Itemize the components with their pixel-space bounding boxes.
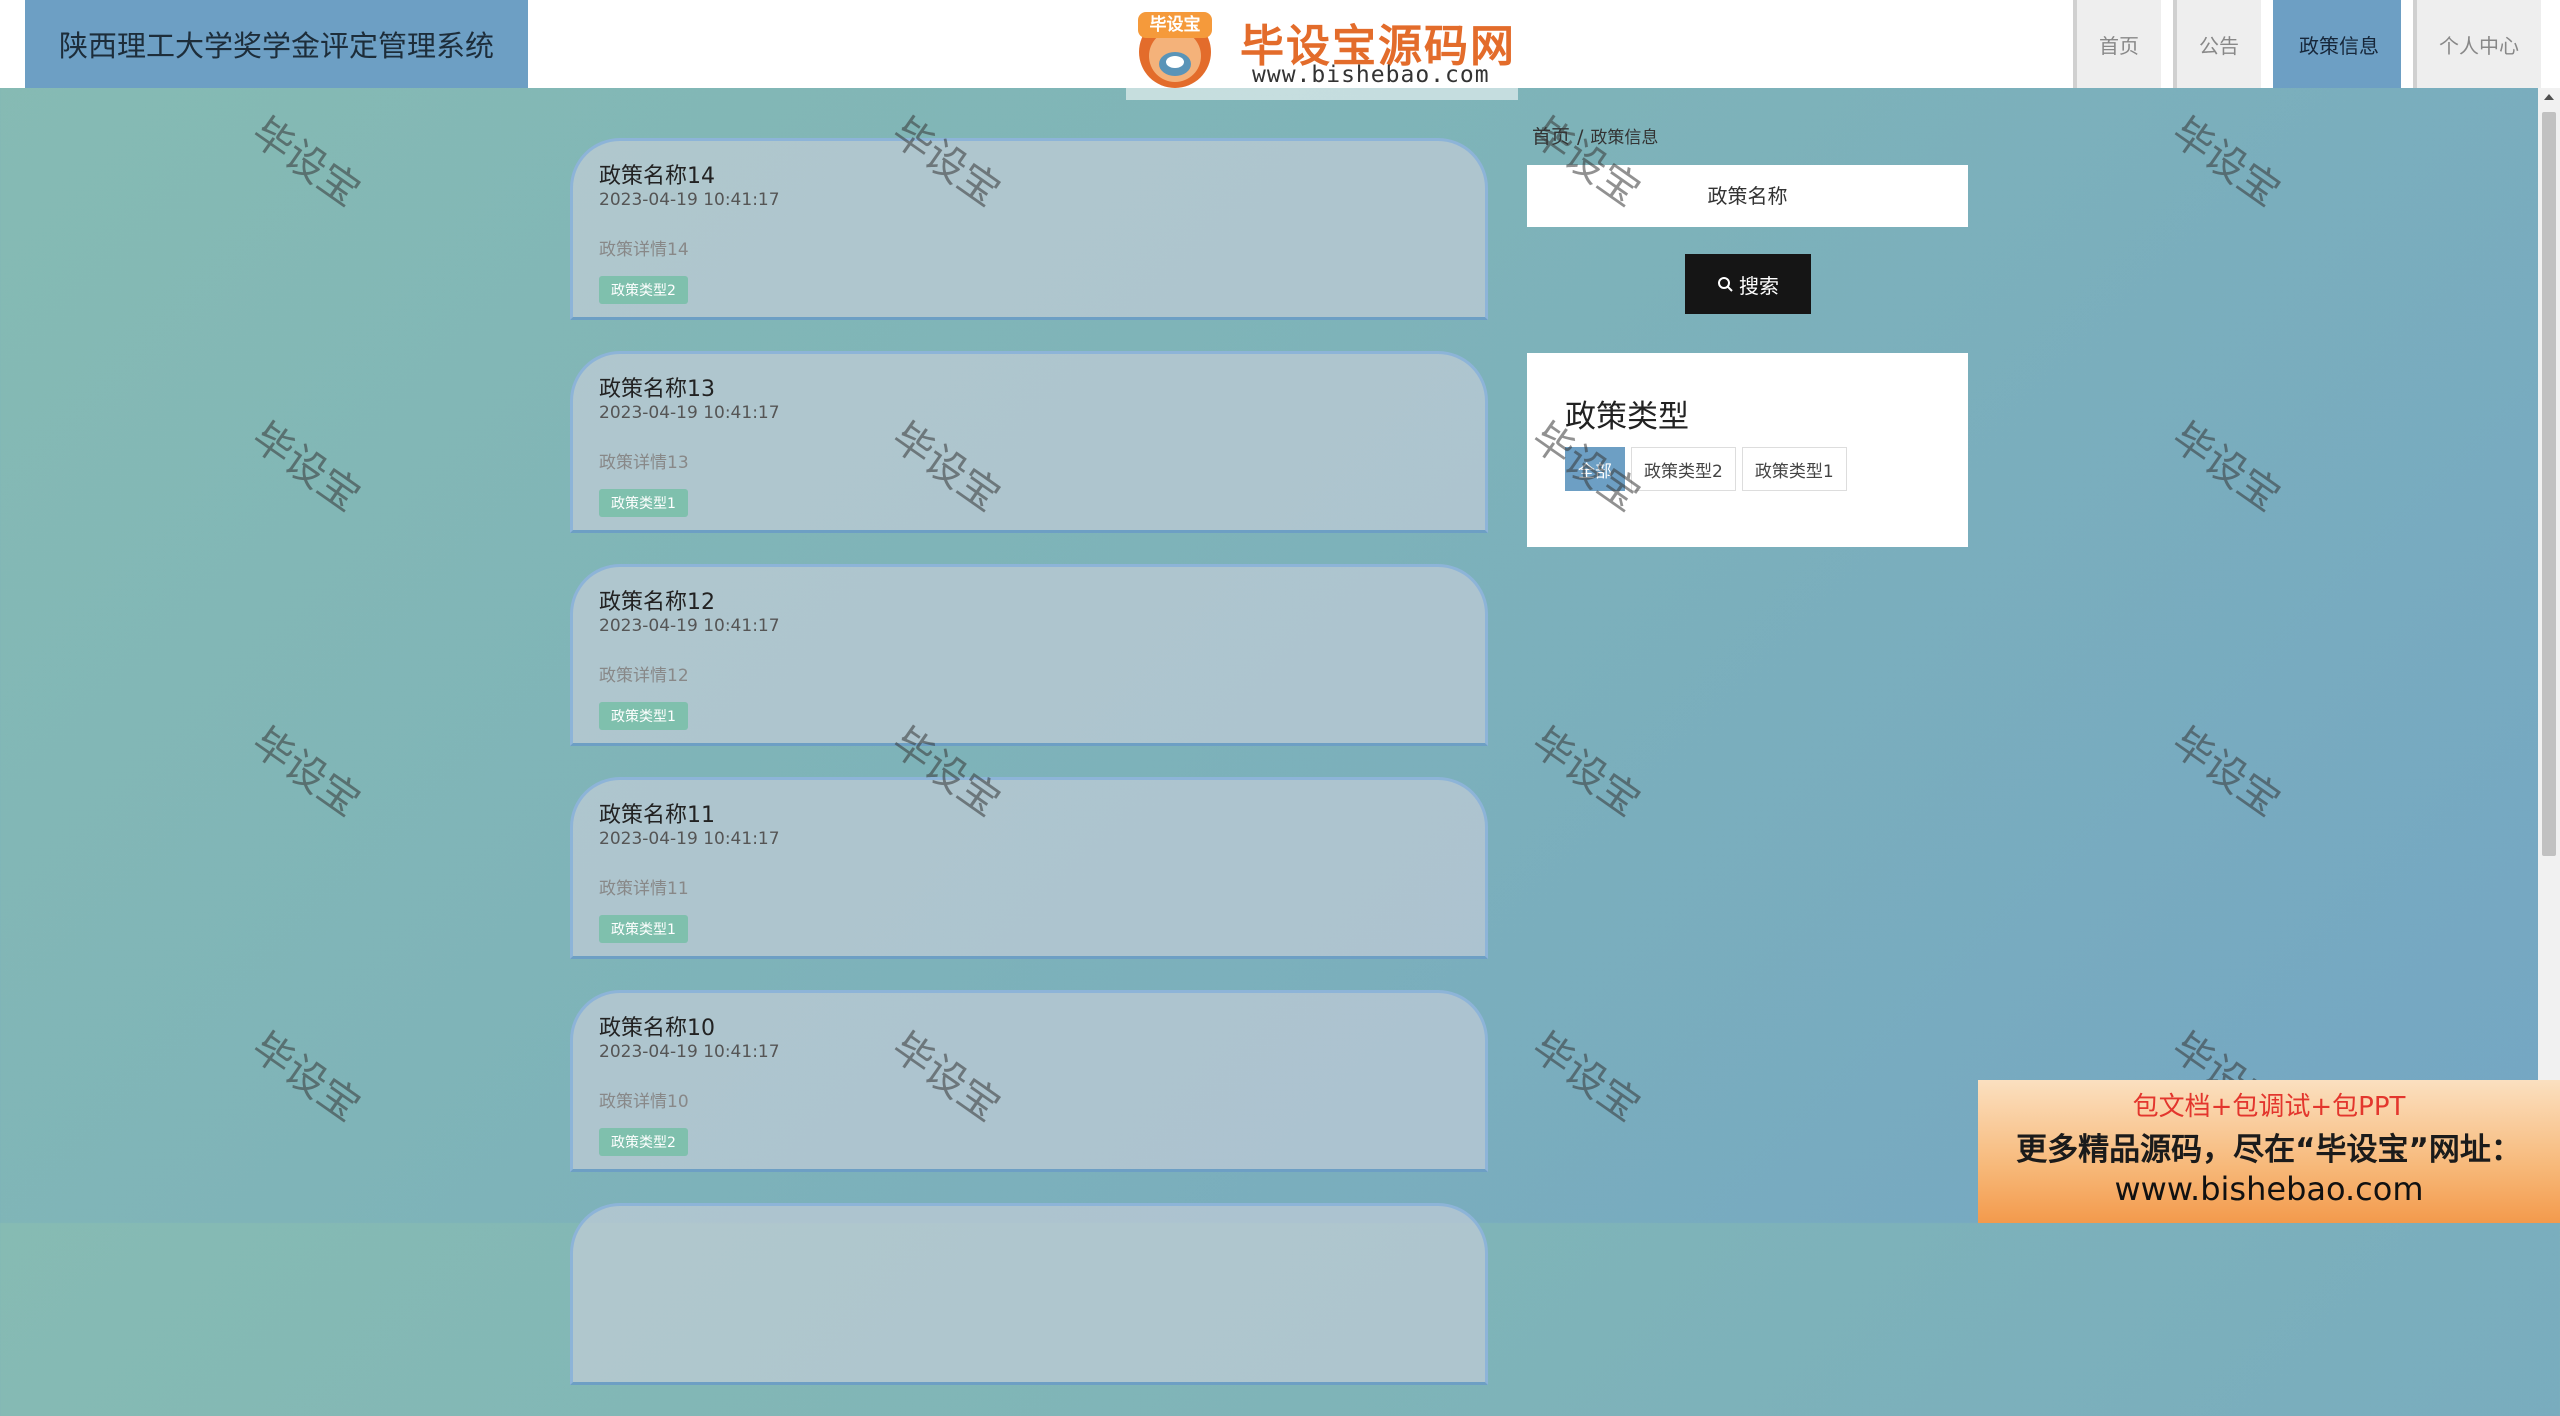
policy-date: 2023-04-19 10:41:17 <box>599 190 780 210</box>
ad-line-2: 更多精品源码，尽在“毕设宝”网址： <box>2016 1132 2522 1168</box>
watermark: 毕设宝 <box>1523 719 1649 826</box>
ad-url[interactable]: www.bishebao.com <box>1978 1170 2560 1208</box>
policy-date: 2023-04-19 10:41:17 <box>599 616 780 636</box>
policy-detail: 政策详情13 <box>599 453 689 473</box>
ad-banner[interactable]: 包文档+包调试+包PPT 更多精品源码，尽在“毕设宝”网址： www.bishe… <box>1978 1080 2560 1223</box>
site-title[interactable]: 陕西理工大学奖学金评定管理系统 <box>25 0 528 88</box>
policy-card[interactable]: 政策名称10 2023-04-19 10:41:17 政策详情10 政策类型2 <box>570 990 1488 1172</box>
policy-type-tag: 政策类型1 <box>599 489 688 517</box>
policy-type-tag: 政策类型1 <box>599 915 688 943</box>
scrollbar-thumb[interactable] <box>2542 112 2556 856</box>
ad-line-1: 包文档+包调试+包PPT <box>2132 1092 2406 1122</box>
watermark: 毕设宝 <box>2163 414 2289 521</box>
policy-type-filter: 全部 政策类型2 政策类型1 <box>1565 447 1847 491</box>
nav-personal-center[interactable]: 个人中心 <box>2413 0 2541 88</box>
policy-date: 2023-04-19 10:41:17 <box>599 829 780 849</box>
search-button-label: 搜索 <box>1739 273 1779 298</box>
policy-title[interactable]: 政策名称10 <box>599 1010 715 1042</box>
breadcrumb-home[interactable]: 首页 <box>1532 126 1570 148</box>
type-filter-type2[interactable]: 政策类型2 <box>1631 447 1736 491</box>
watermark: 毕设宝 <box>243 719 369 826</box>
watermark: 毕设宝 <box>1523 1024 1649 1131</box>
watermark: 毕设宝 <box>243 109 369 216</box>
policy-name-search-input[interactable] <box>1527 165 1968 227</box>
search-icon <box>1718 276 1733 292</box>
breadcrumb-current: 政策信息 <box>1590 128 1659 148</box>
page-scrollbar[interactable] <box>2538 88 2560 1223</box>
header: 陕西理工大学奖学金评定管理系统 毕设宝 毕设宝源码网 www.bishebao.… <box>0 0 2560 100</box>
search-button[interactable]: 搜索 <box>1685 254 1811 314</box>
policy-card[interactable]: 政策名称14 2023-04-19 10:41:17 政策详情14 政策类型2 <box>570 138 1488 320</box>
watermark: 毕设宝 <box>243 1024 369 1131</box>
logo-url: www.bishebao.com <box>1252 62 1490 88</box>
policy-title[interactable]: 政策名称14 <box>599 158 715 190</box>
watermark: 毕设宝 <box>243 414 369 521</box>
policy-card[interactable]: 政策名称13 2023-04-19 10:41:17 政策详情13 政策类型1 <box>570 351 1488 533</box>
type-filter-type1[interactable]: 政策类型1 <box>1741 447 1847 491</box>
policy-card-partial[interactable] <box>570 1203 1488 1385</box>
nav-notice[interactable]: 公告 <box>2173 0 2261 88</box>
nav-policy[interactable]: 政策信息 <box>2273 0 2401 88</box>
policy-title[interactable]: 政策名称13 <box>599 371 715 403</box>
policy-detail: 政策详情11 <box>599 879 689 899</box>
policy-card[interactable]: 政策名称11 2023-04-19 10:41:17 政策详情11 政策类型1 <box>570 777 1488 959</box>
main-nav: 首页 公告 政策信息 个人中心 <box>2061 0 2560 88</box>
policy-type-tag: 政策类型2 <box>599 276 688 304</box>
watermark: 毕设宝 <box>2163 719 2289 826</box>
policy-list: 政策名称14 2023-04-19 10:41:17 政策详情14 政策类型2 … <box>570 138 1488 1416</box>
site-logo[interactable]: 毕设宝 毕设宝源码网 www.bishebao.com <box>1126 0 1518 100</box>
nav-home[interactable]: 首页 <box>2073 0 2161 88</box>
watermark: 毕设宝 <box>2163 109 2289 216</box>
policy-title[interactable]: 政策名称12 <box>599 584 715 616</box>
policy-date: 2023-04-19 10:41:17 <box>599 1042 780 1062</box>
policy-type-panel: 政策类型 全部 政策类型2 政策类型1 <box>1527 353 1968 547</box>
policy-detail: 政策详情14 <box>599 240 689 260</box>
policy-date: 2023-04-19 10:41:17 <box>599 403 780 423</box>
breadcrumb-separator: / <box>1577 126 1584 148</box>
policy-card[interactable]: 政策名称12 2023-04-19 10:41:17 政策详情12 政策类型1 <box>570 564 1488 746</box>
policy-type-title: 政策类型 <box>1565 399 1689 435</box>
policy-detail: 政策详情12 <box>599 666 689 686</box>
policy-detail: 政策详情10 <box>599 1092 689 1112</box>
breadcrumb: 首页 / 政策信息 <box>1532 122 1658 149</box>
logo-badge-text: 毕设宝 <box>1149 15 1201 35</box>
type-filter-all[interactable]: 全部 <box>1565 447 1625 491</box>
policy-type-tag: 政策类型1 <box>599 702 688 730</box>
policy-title[interactable]: 政策名称11 <box>599 797 715 829</box>
scroll-up-arrow-icon[interactable] <box>2544 94 2554 100</box>
policy-type-tag: 政策类型2 <box>599 1128 688 1156</box>
